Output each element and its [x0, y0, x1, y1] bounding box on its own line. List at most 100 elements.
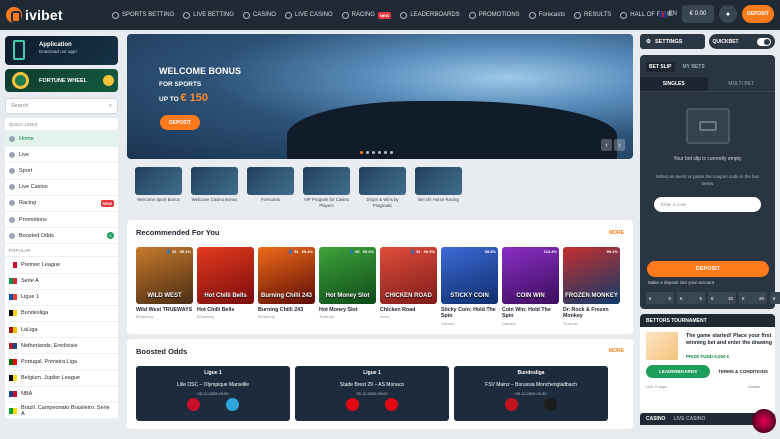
nav-item-label: RACING — [351, 12, 375, 18]
settings-button[interactable]: ⚙ SETTINGS — [640, 34, 705, 49]
popular-item[interactable]: Brazil. Campeonato Brasileiro. Serie A — [5, 403, 118, 420]
game-card[interactable]: 👤 51 99.4% Burning Chilli 243 Burning Chill… — [258, 247, 315, 326]
language-selector[interactable]: EN — [658, 11, 677, 17]
phone-icon — [13, 40, 25, 60]
popular-item-label: NBA — [21, 391, 33, 398]
app-download-card[interactable]: Application Download our app! — [5, 36, 118, 65]
fortune-wheel-card[interactable]: FORTUNE WHEEL — [5, 69, 118, 92]
popular-item[interactable]: Bundesliga — [5, 306, 118, 323]
nav-item[interactable]: LEADERBOARDS — [400, 11, 460, 19]
flag-icon — [9, 342, 17, 349]
banner-dot[interactable] — [366, 151, 369, 154]
popular-item[interactable]: Premier League — [5, 257, 118, 274]
tournament-details-link[interactable]: Details — [748, 384, 760, 389]
boosted-more-link[interactable]: MORE — [609, 348, 624, 354]
banner-prev-icon[interactable]: ‹ — [601, 139, 612, 151]
leaderboards-button[interactable]: LEADERBOARDS — [646, 365, 710, 378]
nav-item[interactable]: PROMOTIONS — [468, 11, 520, 19]
sidebar-item[interactable]: Sport — [5, 163, 118, 180]
quick-amount-button[interactable]: €50 — [770, 292, 780, 304]
players-count: 👤 51 — [410, 249, 421, 254]
players-count: 👤 51 — [166, 249, 177, 254]
top-bar: ivibet SPORTS BETTING LIVE BETTING CASINO L… — [0, 0, 780, 30]
promo-card[interactable]: Welcome Casino Bonus — [191, 167, 238, 215]
banner-dot[interactable] — [378, 151, 381, 154]
team-logos — [460, 397, 602, 411]
banner-deposit-button[interactable]: DEPOSIT — [160, 115, 200, 130]
toggle-icon[interactable] — [757, 37, 771, 46]
quick-amount-button[interactable]: €20 — [739, 292, 767, 304]
nav-item[interactable]: Forecasts — [528, 11, 565, 19]
nav-item[interactable]: RACING NEW — [341, 11, 392, 19]
support-avatar[interactable] — [752, 409, 776, 433]
banner-dot[interactable] — [360, 151, 363, 154]
game-provider: TrueLab — [563, 320, 578, 326]
sidebar-item[interactable]: Racing NEW — [5, 196, 118, 212]
popular-heading: POPULAR — [5, 244, 118, 258]
sidebar-item[interactable]: Promotions — [5, 212, 118, 229]
recommended-more-link[interactable]: MORE — [609, 230, 624, 236]
balance-button[interactable]: € 0.00 — [682, 5, 714, 23]
flag-icon — [9, 310, 17, 317]
sidebar-item[interactable]: Live — [5, 147, 118, 164]
betslip-deposit-button[interactable]: DEPOSIT — [647, 261, 769, 277]
popular-item[interactable]: NBA — [5, 387, 118, 403]
tab-casino[interactable]: CASINO — [646, 416, 665, 422]
match-card[interactable]: Bundesliga FSV Mainz – Borussia Monchengl… — [454, 365, 608, 421]
game-name: Sticky Coin: Hold The Spin — [441, 307, 496, 320]
tab-bet-slip[interactable]: BET SLIP — [646, 62, 675, 72]
tab-multi-bet[interactable]: MULTI BET — [708, 77, 776, 91]
game-card[interactable]: 110.3% COIN WIN Coin Win: Hold The Spin Gam… — [502, 247, 559, 326]
game-card[interactable]: 👤 51 99.5% CHICKEN ROAD Chicken Road Inout — [380, 247, 437, 326]
game-card[interactable]: 98.8% STICKY COIN Sticky Coin: Hold The Sp… — [441, 247, 498, 326]
live-icon — [183, 11, 191, 19]
popular-item[interactable]: Netherlands. Eredivisie — [5, 338, 118, 355]
coupon-code-input[interactable]: Enter a code — [654, 197, 761, 212]
game-provider: Inout — [380, 314, 389, 320]
terms-button[interactable]: TERMS & CONDITIONS — [714, 365, 772, 378]
nav-item[interactable]: RESULTS — [574, 11, 611, 19]
popular-item[interactable]: Portugal. Primeira Liga — [5, 354, 118, 371]
user-icon[interactable]: ● — [719, 5, 737, 23]
quickbet-toggle[interactable]: QUICKBET — [708, 34, 775, 49]
banner-next-icon[interactable]: › — [614, 139, 625, 151]
nav-item[interactable]: LIVE CASINO — [284, 11, 333, 19]
banner-dot[interactable] — [372, 151, 375, 154]
nav-item[interactable]: CASINO — [242, 11, 276, 19]
game-card[interactable]: 👤 60 99.2% Hot Money Slot Hot Money Slot Tru… — [319, 247, 376, 326]
match-card[interactable]: Ligue 1 Stade Brest 29 – AS Monaco 05.12.2… — [295, 365, 449, 421]
sidebar-item[interactable]: Boosted Odds 6 — [5, 228, 118, 245]
nav-item[interactable]: SPORTS BETTING — [112, 11, 174, 19]
promo-card[interactable]: VIP Program for Casino Players — [303, 167, 350, 215]
quick-amount-button[interactable]: €0 — [646, 292, 674, 304]
game-card[interactable]: 👤 51 99.1% WILD WEST Wild West TRUEWAYS BGam… — [136, 247, 193, 326]
game-card[interactable]: 99.2% FROZEN MONKEY Dr. Rock & Frozen Monk… — [563, 247, 620, 326]
banner-dot[interactable] — [390, 151, 393, 154]
quick-amount-button[interactable]: €5 — [677, 292, 705, 304]
promo-card[interactable]: Drops & Wins by Pragmatic — [359, 167, 406, 215]
tab-my-bets[interactable]: MY BETS — [683, 62, 705, 72]
quick-amount-button[interactable]: €10 — [708, 292, 736, 304]
deposit-button[interactable]: DEPOSIT — [742, 5, 774, 23]
game-card[interactable]: Hot Chilli Bells Hot Chilli Bells BGaming — [197, 247, 254, 326]
welcome-banner[interactable]: WELCOME BONUS FOR SPORTS UP TO € 150 DEP… — [127, 34, 633, 159]
logo[interactable]: ivibet — [6, 7, 106, 23]
sidebar-item[interactable]: Home — [5, 131, 118, 148]
search-input[interactable]: Search ⌕ — [5, 98, 118, 114]
popular-item[interactable]: Serie A — [5, 274, 118, 290]
promo-card[interactable]: Bet On Horse Racing — [415, 167, 462, 215]
promo-card[interactable]: Forecasts — [247, 167, 294, 215]
promo-card[interactable]: Welcome Sport Bonus — [135, 167, 182, 215]
sidebar-item[interactable]: Live Casino — [5, 180, 118, 196]
game-art-title: CHICKEN ROAD — [385, 293, 432, 299]
popular-item[interactable]: Ligue 1 — [5, 290, 118, 306]
nav-item[interactable]: LIVE BETTING — [183, 11, 234, 19]
tab-live-casino[interactable]: LIVE CASINO — [673, 416, 705, 422]
sidebar-item-icon — [9, 167, 15, 174]
banner-dot[interactable] — [384, 151, 387, 154]
match-card[interactable]: Ligue 1 Lille OSC – Olympique Marseille 05… — [136, 365, 290, 421]
tab-singles[interactable]: SINGLES — [640, 77, 708, 91]
popular-item[interactable]: Belgium. Jupiler League — [5, 371, 118, 387]
sidebar-item-label: Live Casino — [19, 184, 48, 191]
popular-item[interactable]: LaLiga — [5, 322, 118, 339]
